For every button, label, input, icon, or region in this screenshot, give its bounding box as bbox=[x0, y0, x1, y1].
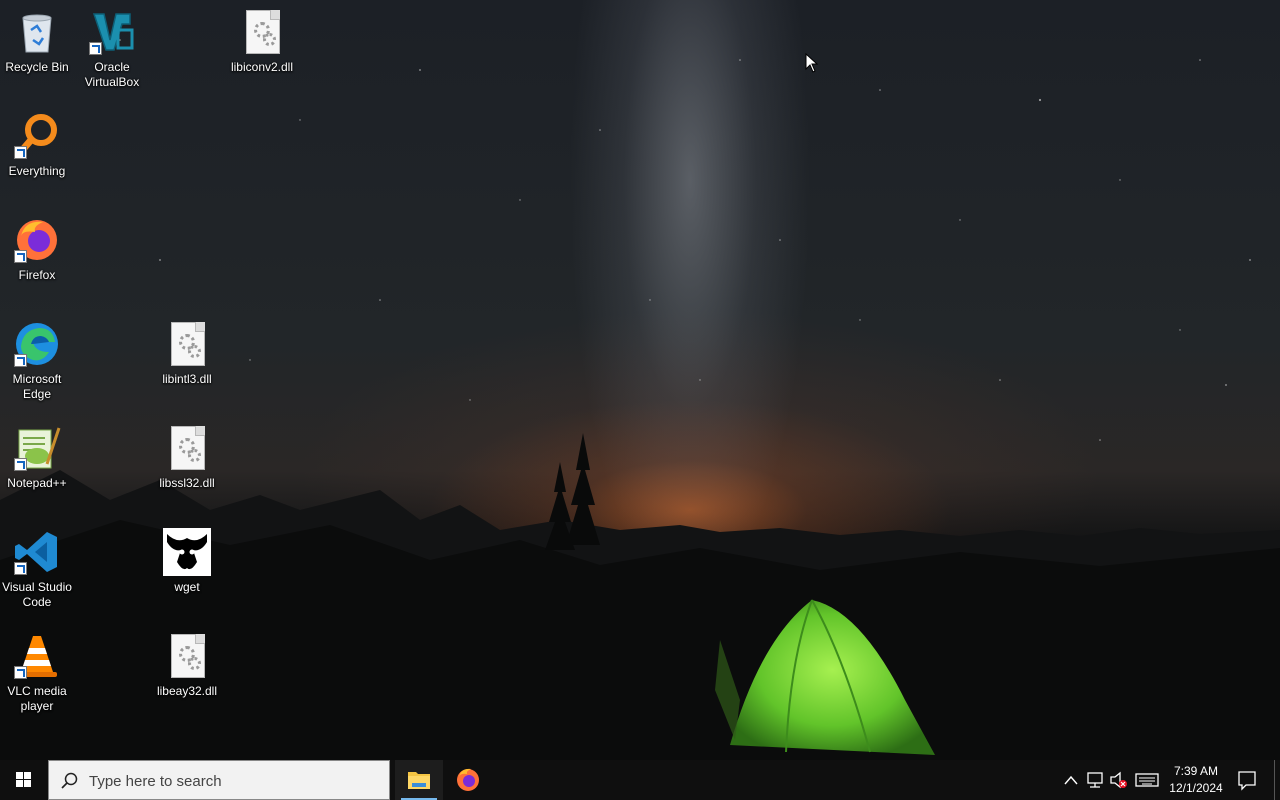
libeay32-dll-item[interactable]: libeay32.dll bbox=[149, 632, 225, 699]
wget-item[interactable]: wget bbox=[149, 528, 225, 595]
libintl3-dll-label: libintl3.dll bbox=[162, 372, 212, 386]
visual-studio-code-label: Visual Studio Code bbox=[2, 580, 72, 609]
network-icon[interactable] bbox=[1084, 760, 1106, 800]
recycle-bin-label: Recycle Bin bbox=[5, 60, 69, 74]
mouse-pointer-icon bbox=[805, 52, 819, 78]
shortcut-arrow-icon bbox=[14, 354, 27, 367]
shortcut-arrow-icon bbox=[14, 666, 27, 679]
shortcut-arrow-icon bbox=[14, 562, 27, 575]
wget-label: wget bbox=[174, 580, 200, 594]
virtualbox-icon bbox=[88, 8, 136, 56]
libiconv2-dll-item[interactable]: libiconv2.dll bbox=[224, 8, 300, 75]
firefox-label: Firefox bbox=[18, 268, 56, 282]
vlc-cone-icon bbox=[13, 632, 61, 680]
shortcut-arrow-icon bbox=[14, 458, 27, 471]
recycle-bin-icon bbox=[13, 8, 61, 56]
recycle-bin-icon-item[interactable]: Recycle Bin bbox=[0, 8, 75, 75]
oracle-virtualbox-label: Oracle VirtualBox bbox=[84, 60, 140, 89]
libssl32-dll-item[interactable]: libssl32.dll bbox=[149, 424, 225, 491]
dll-file-icon bbox=[238, 8, 286, 56]
libssl32-dll-label: libssl32.dll bbox=[159, 476, 215, 490]
libiconv2-dll-label: libiconv2.dll bbox=[230, 60, 294, 74]
shortcut-arrow-icon bbox=[89, 42, 102, 55]
dll-file-icon bbox=[163, 320, 211, 368]
wget-icon bbox=[163, 528, 211, 576]
firefox-icon bbox=[457, 768, 479, 791]
action-center-notification-icon[interactable] bbox=[1234, 760, 1260, 800]
windows-logo-icon bbox=[16, 772, 31, 787]
taskbar-search-box[interactable]: Type here to search bbox=[48, 760, 390, 800]
show-hidden-icons-chevron-icon[interactable] bbox=[1060, 760, 1082, 800]
visual-studio-code-item[interactable]: Visual Studio Code bbox=[0, 528, 75, 610]
shortcut-arrow-icon bbox=[14, 250, 27, 263]
firefox-icon bbox=[13, 216, 61, 264]
libeay32-dll-label: libeay32.dll bbox=[156, 684, 218, 698]
dll-file-icon bbox=[163, 632, 211, 680]
edge-icon bbox=[13, 320, 61, 368]
notepad-plus-plus-icon bbox=[13, 424, 61, 472]
dll-file-icon bbox=[163, 424, 211, 472]
everything-item[interactable]: Everything bbox=[0, 112, 75, 179]
libintl3-dll-item[interactable]: libintl3.dll bbox=[149, 320, 225, 387]
vscode-icon bbox=[13, 528, 61, 576]
start-button[interactable] bbox=[0, 760, 48, 800]
microsoft-edge-label: Microsoft Edge bbox=[12, 372, 62, 401]
everything-search-icon bbox=[13, 112, 61, 160]
clock-date: 12/1/2024 bbox=[1169, 781, 1223, 795]
show-desktop-button[interactable] bbox=[1274, 760, 1280, 800]
volume-muted-icon[interactable] bbox=[1108, 760, 1130, 800]
vlc-media-player-label: VLC media player bbox=[7, 684, 67, 713]
oracle-virtualbox-item[interactable]: Oracle VirtualBox bbox=[74, 8, 150, 90]
everything-label: Everything bbox=[8, 164, 66, 178]
shortcut-arrow-icon bbox=[14, 146, 27, 159]
firefox-item[interactable]: Firefox bbox=[0, 216, 75, 283]
taskbar-clock[interactable]: 7:39 AM 12/1/2024 bbox=[1160, 763, 1232, 797]
microsoft-edge-item[interactable]: Microsoft Edge bbox=[0, 320, 75, 402]
taskbar: Type here to search 7:39 AM 12/1/2024 bbox=[0, 760, 1280, 800]
taskbar-firefox[interactable] bbox=[444, 760, 492, 800]
taskbar-file-explorer[interactable] bbox=[395, 760, 443, 800]
vlc-media-player-item[interactable]: VLC media player bbox=[0, 632, 75, 714]
search-icon bbox=[61, 772, 78, 789]
folder-icon bbox=[408, 772, 430, 789]
notepad-plus-plus-label: Notepad++ bbox=[7, 476, 67, 490]
notepad-plus-plus-item[interactable]: Notepad++ bbox=[0, 424, 75, 491]
search-placeholder: Type here to search bbox=[89, 773, 222, 790]
touch-keyboard-icon[interactable] bbox=[1134, 760, 1160, 800]
clock-time: 7:39 AM bbox=[1173, 764, 1219, 778]
